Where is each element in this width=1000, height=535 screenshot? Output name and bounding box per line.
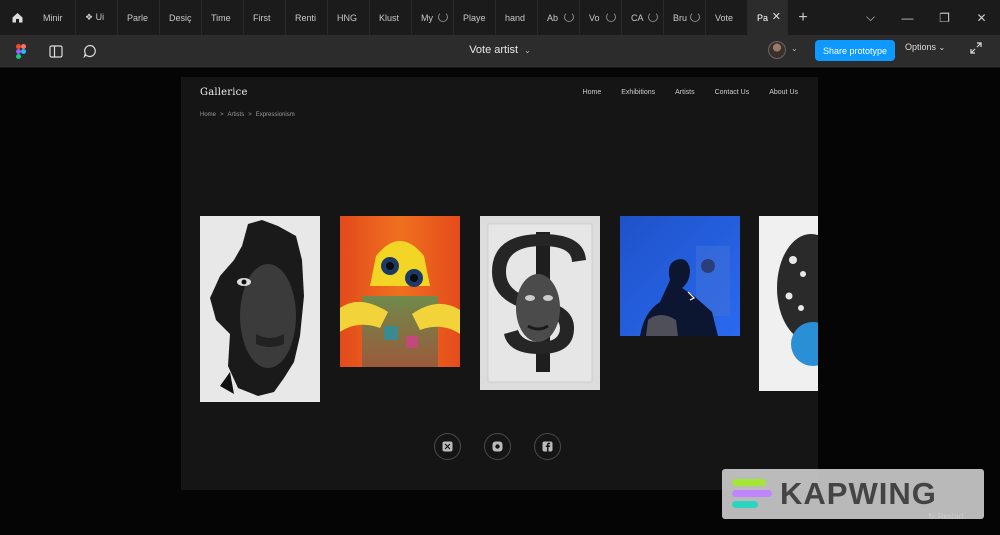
x-icon[interactable] [434, 433, 461, 460]
tab-label: My [421, 12, 433, 23]
browser-tab[interactable]: Bru [664, 0, 706, 35]
restart-icon: ↻ [928, 512, 935, 521]
tab-label: ❖ Ui [85, 12, 105, 22]
browser-tab[interactable]: ❖ Ui [76, 0, 118, 35]
artwork-card[interactable] [620, 216, 740, 336]
close-window-icon[interactable]: ✕ [963, 0, 1000, 35]
browser-tab[interactable]: My [412, 0, 454, 35]
tab-label: CA [631, 12, 644, 23]
browser-tab[interactable]: HNG [328, 0, 370, 35]
tab-label: Renti [295, 12, 317, 23]
fullscreen-icon[interactable] [970, 41, 982, 59]
breadcrumb-separator: > [220, 112, 224, 118]
browser-tab[interactable]: Renti [286, 0, 328, 35]
browser-tab[interactable]: Vote [706, 0, 748, 35]
breadcrumb-artists[interactable]: Artists [228, 112, 245, 118]
tab-label: Vote [715, 12, 734, 23]
prototype-canvas: Gallerice Home Exhibitions Artists Conta… [0, 69, 1000, 535]
site-nav: Home Exhibitions Artists Contact Us Abou… [583, 89, 798, 96]
facebook-icon[interactable] [534, 433, 561, 460]
site-logo[interactable]: Gallerice [200, 87, 248, 98]
loading-spinner-icon [564, 12, 574, 22]
share-prototype-button[interactable]: Share prototype [815, 40, 895, 61]
nav-exhibitions[interactable]: Exhibitions [621, 89, 655, 96]
browser-tab[interactable]: Desiç [160, 0, 202, 35]
loading-spinner-icon [438, 12, 448, 22]
tab-label: Minir [43, 12, 63, 23]
browser-tab-bar: Minir ❖ Ui Parle Desiç Time First Renti HNG Klus… [0, 0, 1000, 35]
nav-artists[interactable]: Artists [675, 89, 694, 96]
tab-label: Desiç [169, 12, 192, 23]
loading-spinner-icon [648, 12, 658, 22]
artwork-card[interactable] [200, 216, 320, 402]
tab-label: Vo [589, 12, 600, 23]
breadcrumb-current: Expressionism [255, 112, 295, 118]
nav-about-us[interactable]: About Us [769, 89, 798, 96]
close-tab-icon[interactable]: ✕ [772, 10, 781, 23]
chevron-down-icon: ⌄ [938, 43, 946, 52]
restore-icon[interactable]: ❐ [926, 0, 963, 35]
file-title-text: Vote artist [469, 44, 519, 56]
artwork-card[interactable] [759, 216, 818, 391]
browser-tab[interactable]: Time [202, 0, 244, 35]
restart-button[interactable]: ↻ Restart [928, 512, 964, 521]
tab-label: hand [505, 12, 526, 23]
tab-list-chevron-icon[interactable]: ⌵ [852, 0, 889, 35]
tab-label: Pa [757, 12, 769, 23]
artwork-card[interactable] [480, 216, 600, 390]
tab-label: First [253, 12, 271, 23]
prototype-frame: Gallerice Home Exhibitions Artists Conta… [181, 77, 818, 490]
breadcrumb-separator: > [248, 112, 252, 118]
avatar[interactable] [768, 41, 786, 59]
chevron-down-icon[interactable]: ⌄ [791, 44, 798, 53]
browser-tab[interactable]: First [244, 0, 286, 35]
artwork-card[interactable] [340, 216, 460, 367]
options-button[interactable]: Options ⌄ [905, 42, 945, 52]
kapwing-wordmark: KAPWING [780, 476, 937, 511]
home-icon[interactable] [0, 0, 34, 35]
tab-label: Bru [673, 12, 688, 23]
nav-home[interactable]: Home [583, 89, 602, 96]
new-tab-button[interactable]: + [788, 0, 818, 35]
browser-tab[interactable]: Playe [454, 0, 496, 35]
tab-label: Time [211, 12, 231, 23]
breadcrumb-home[interactable]: Home [200, 112, 216, 118]
loading-spinner-icon [606, 12, 616, 22]
browser-tab[interactable]: Pa ✕ [748, 0, 788, 35]
tab-label: Playe [463, 12, 486, 23]
browser-tab[interactable]: Vo [580, 0, 622, 35]
browser-tab[interactable]: CA [622, 0, 664, 35]
browser-tab[interactable]: Parle [118, 0, 160, 35]
restart-label: Restart [937, 512, 964, 521]
kapwing-logo-icon [732, 479, 772, 508]
options-label: Options [905, 42, 937, 52]
tab-label: HNG [337, 12, 357, 23]
chevron-down-icon: ⌄ [524, 46, 531, 55]
social-links [434, 433, 561, 460]
tab-label: Ab [547, 12, 559, 23]
tab-label: Klust [379, 12, 400, 23]
nav-contact-us[interactable]: Contact Us [715, 89, 750, 96]
instagram-icon[interactable] [484, 433, 511, 460]
tab-label: Parle [127, 12, 149, 23]
loading-spinner-icon [690, 12, 700, 22]
breadcrumb: Home > Artists > Expressionism [200, 112, 295, 118]
browser-tab[interactable]: hand [496, 0, 538, 35]
browser-tab[interactable]: Klust [370, 0, 412, 35]
browser-tab[interactable]: Minir [34, 0, 76, 35]
minimize-icon[interactable]: — [889, 0, 926, 35]
browser-tab[interactable]: Ab [538, 0, 580, 35]
